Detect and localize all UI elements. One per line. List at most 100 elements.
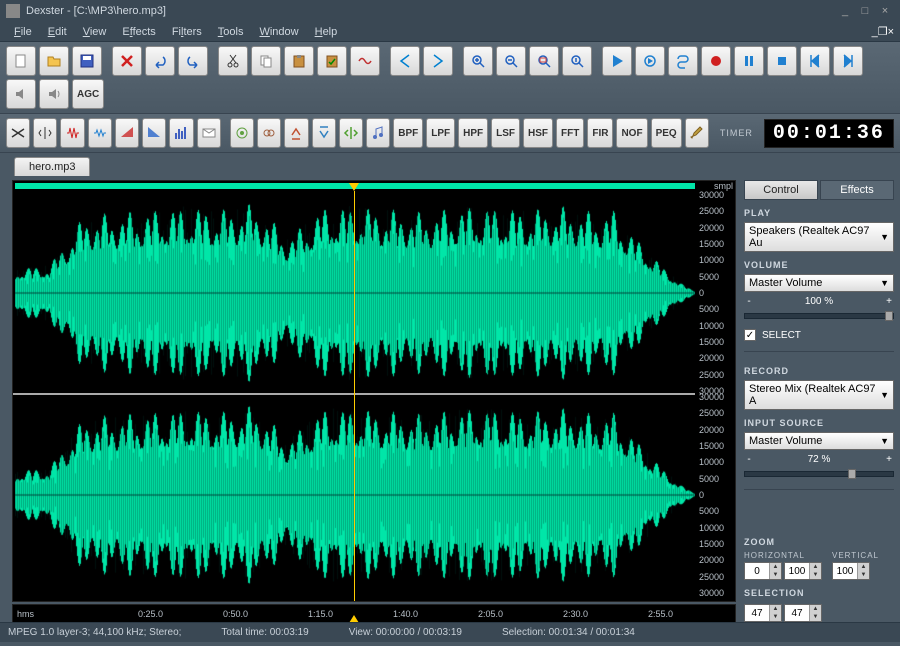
lpf-button[interactable]: LPF bbox=[426, 118, 455, 148]
pitch-down-button[interactable] bbox=[312, 118, 336, 148]
stop-button[interactable] bbox=[767, 46, 797, 76]
play-select-checkbox[interactable]: ✓ bbox=[744, 329, 756, 341]
fadeout-button[interactable] bbox=[142, 118, 166, 148]
play-device-dropdown[interactable]: Speakers (Realtek AC97 Au▼ bbox=[744, 222, 894, 252]
tab-hero-mp3[interactable]: hero.mp3 bbox=[14, 157, 90, 176]
effect1-button[interactable] bbox=[230, 118, 254, 148]
zoom-v-value[interactable]: ▲▼ bbox=[832, 562, 870, 580]
amplitude-scale-right: 3000025000200001500010000500005000100001… bbox=[697, 397, 735, 593]
brush-button[interactable] bbox=[685, 118, 709, 148]
mix-button[interactable] bbox=[350, 46, 380, 76]
zoom-h-to[interactable]: ▲▼ bbox=[784, 562, 822, 580]
paste-button[interactable] bbox=[284, 46, 314, 76]
channel-right[interactable] bbox=[15, 397, 695, 593]
lsf-button[interactable]: LSF bbox=[491, 118, 520, 148]
record-slider[interactable] bbox=[744, 471, 894, 477]
status-selection: Selection: 00:01:34 / 00:01:34 bbox=[502, 627, 635, 638]
pitch-up-button[interactable] bbox=[284, 118, 308, 148]
open-button[interactable] bbox=[39, 46, 69, 76]
volume-slider[interactable] bbox=[744, 313, 894, 319]
speaker-left-button[interactable] bbox=[6, 79, 36, 109]
time-ruler[interactable]: hms 0:25.00:50.01:15.01:40.02:05.02:30.0… bbox=[12, 604, 736, 624]
fft-button[interactable]: FFT bbox=[556, 118, 584, 148]
cut-button[interactable] bbox=[218, 46, 248, 76]
split-button[interactable] bbox=[33, 118, 57, 148]
delete-button[interactable] bbox=[112, 46, 142, 76]
play-loop-button[interactable] bbox=[635, 46, 665, 76]
close-button[interactable]: × bbox=[876, 4, 894, 18]
hpf-button[interactable]: HPF bbox=[458, 118, 488, 148]
rec-minus[interactable]: - bbox=[744, 454, 754, 465]
zoom-h-from[interactable]: ▲▼ bbox=[744, 562, 782, 580]
agc-button[interactable]: AGC bbox=[72, 79, 104, 109]
menu-file[interactable]: File bbox=[6, 24, 40, 40]
copy-button[interactable] bbox=[251, 46, 281, 76]
zoom-in-button[interactable] bbox=[463, 46, 493, 76]
amplify-button[interactable] bbox=[60, 118, 84, 148]
goto-start-button[interactable] bbox=[800, 46, 830, 76]
fadein-button[interactable] bbox=[115, 118, 139, 148]
vol-minus[interactable]: - bbox=[744, 296, 754, 307]
fir-button[interactable]: FIR bbox=[587, 118, 613, 148]
marker-top[interactable] bbox=[349, 183, 359, 191]
marker-right-button[interactable] bbox=[423, 46, 453, 76]
zoom-out-button[interactable] bbox=[496, 46, 526, 76]
timer-label: TIMER bbox=[720, 128, 753, 138]
record-percent: 72 % bbox=[758, 454, 880, 465]
waveform-panel: smpl 30000250002000015000100005000050001… bbox=[0, 176, 742, 646]
record-device-dropdown[interactable]: Stereo Mix (Realtek AC97 A▼ bbox=[744, 380, 894, 410]
new-button[interactable] bbox=[6, 46, 36, 76]
channel-left[interactable] bbox=[15, 195, 695, 391]
menu-tools[interactable]: Tools bbox=[210, 24, 252, 40]
zoom-selection-button[interactable] bbox=[562, 46, 592, 76]
rec-plus[interactable]: + bbox=[884, 454, 894, 465]
hsf-button[interactable]: HSF bbox=[523, 118, 553, 148]
volume-source-dropdown[interactable]: Master Volume▼ bbox=[744, 274, 894, 292]
save-button[interactable] bbox=[72, 46, 102, 76]
waveform-viewport[interactable]: smpl 30000250002000015000100005000050001… bbox=[12, 180, 736, 602]
menu-window[interactable]: Window bbox=[251, 24, 306, 40]
input-source-dropdown[interactable]: Master Volume▼ bbox=[744, 432, 894, 450]
record-button[interactable] bbox=[701, 46, 731, 76]
equalizer-button[interactable] bbox=[169, 118, 193, 148]
crossfade-button[interactable] bbox=[6, 118, 30, 148]
doc-restore-button[interactable]: ❐ bbox=[878, 25, 888, 38]
zoom-fit-button[interactable] bbox=[529, 46, 559, 76]
record-section-label: RECORD bbox=[744, 366, 894, 376]
music-button[interactable] bbox=[366, 118, 390, 148]
selection-to[interactable]: ▲▼ bbox=[784, 604, 822, 622]
speaker-right-button[interactable] bbox=[39, 79, 69, 109]
nof-button[interactable]: NOF bbox=[616, 118, 647, 148]
minimize-button[interactable]: _ bbox=[836, 4, 854, 18]
goto-end-button[interactable] bbox=[833, 46, 863, 76]
marker-left-button[interactable] bbox=[390, 46, 420, 76]
playback-cursor[interactable] bbox=[354, 191, 355, 601]
loop-button[interactable] bbox=[668, 46, 698, 76]
peq-button[interactable]: PEQ bbox=[651, 118, 682, 148]
titlebar: Dexster - [C:\MP3\hero.mp3] _ □ × bbox=[0, 0, 900, 22]
play-section-label: PLAY bbox=[744, 208, 894, 218]
effect2-button[interactable] bbox=[257, 118, 281, 148]
menu-help[interactable]: Help bbox=[307, 24, 346, 40]
doc-close-button[interactable]: × bbox=[888, 26, 894, 38]
paste-mix-button[interactable] bbox=[317, 46, 347, 76]
menu-edit[interactable]: Edit bbox=[40, 24, 75, 40]
bpf-button[interactable]: BPF bbox=[393, 118, 423, 148]
menu-view[interactable]: View bbox=[75, 24, 115, 40]
undo-button[interactable] bbox=[145, 46, 175, 76]
menu-effects[interactable]: Effects bbox=[114, 24, 163, 40]
statusbar: MPEG 1.0 layer-3; 44,100 kHz; Stereo; To… bbox=[0, 622, 900, 642]
chevron-down-icon: ▼ bbox=[880, 278, 889, 288]
selection-from[interactable]: ▲▼ bbox=[744, 604, 782, 622]
pause-button[interactable] bbox=[734, 46, 764, 76]
stretch-button[interactable] bbox=[339, 118, 363, 148]
normalize-button[interactable] bbox=[88, 118, 112, 148]
vol-plus[interactable]: + bbox=[884, 296, 894, 307]
envelope-button[interactable] bbox=[197, 118, 221, 148]
tab-effects[interactable]: Effects bbox=[820, 180, 894, 200]
menu-filters[interactable]: Filters bbox=[164, 24, 210, 40]
play-button[interactable] bbox=[602, 46, 632, 76]
tab-control[interactable]: Control bbox=[744, 180, 818, 200]
maximize-button[interactable]: □ bbox=[856, 4, 874, 18]
redo-button[interactable] bbox=[178, 46, 208, 76]
